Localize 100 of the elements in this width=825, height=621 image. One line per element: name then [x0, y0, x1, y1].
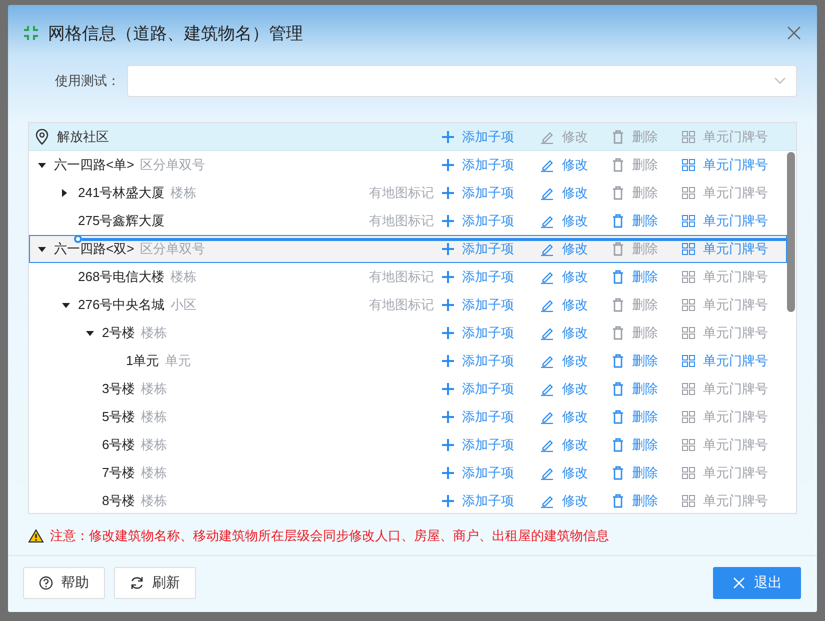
delete-link[interactable]: 删除: [632, 408, 658, 426]
node-name: 2号楼: [102, 324, 136, 342]
grid-icon: [682, 215, 695, 227]
node-type: 楼栋: [141, 436, 168, 454]
pencil-icon: [540, 438, 554, 452]
exit-button[interactable]: 退出: [713, 567, 801, 599]
close-icon: [787, 26, 801, 40]
grid-icon: [682, 130, 695, 142]
edit-link[interactable]: 修改: [562, 268, 588, 286]
add-link[interactable]: 添加子项: [462, 352, 514, 370]
scrollbar[interactable]: [787, 152, 795, 312]
add-link[interactable]: 添加子项: [462, 296, 514, 314]
pencil-icon: [540, 130, 554, 144]
node-name: 7号楼: [102, 464, 136, 482]
unit-link[interactable]: 单元门牌号: [703, 352, 768, 370]
edit-link[interactable]: 修改: [562, 464, 588, 482]
add-link[interactable]: 添加子项: [462, 268, 514, 286]
refresh-button[interactable]: 刷新: [114, 567, 196, 599]
node-name: 8号楼: [102, 492, 136, 510]
delete-link[interactable]: 删除: [632, 352, 658, 370]
location-pin-icon: [35, 128, 49, 144]
pencil-icon: [540, 214, 554, 228]
add-link[interactable]: 添加子项: [462, 240, 514, 258]
unit-link[interactable]: 单元门牌号: [703, 212, 768, 230]
grid-icon: [682, 383, 695, 395]
add-link[interactable]: 添加子项: [462, 324, 514, 342]
plus-icon: [442, 327, 454, 339]
add-link[interactable]: 添加子项: [462, 408, 514, 426]
edit-link[interactable]: 修改: [562, 184, 588, 202]
edit-link[interactable]: 修改: [562, 240, 588, 258]
plus-icon: [442, 495, 454, 507]
unit-link[interactable]: 单元门牌号: [703, 156, 768, 174]
edit-link[interactable]: 修改: [562, 296, 588, 314]
map-mark-label: 有地图标记: [369, 269, 434, 284]
delete-link[interactable]: 删除: [632, 436, 658, 454]
edit-link[interactable]: 修改: [562, 492, 588, 510]
plus-icon: [442, 271, 454, 283]
node-name: 5号楼: [102, 408, 136, 426]
pencil-icon: [540, 242, 554, 256]
pencil-icon: [540, 186, 554, 200]
node-type: 小区: [170, 296, 197, 314]
pencil-icon: [540, 494, 554, 508]
edit-link[interactable]: 修改: [562, 156, 588, 174]
add-link[interactable]: 添加子项: [462, 184, 514, 202]
trash-icon: [612, 410, 624, 424]
grid-icon: [682, 327, 695, 339]
delete-link[interactable]: 删除: [632, 492, 658, 510]
node-type: 楼栋: [141, 408, 168, 426]
node-name: 6号楼: [102, 436, 136, 454]
pencil-icon: [540, 270, 554, 284]
grid-icon: [682, 439, 695, 451]
plus-icon: [442, 243, 454, 255]
trash-icon: [612, 158, 624, 172]
grid-icon: [682, 243, 695, 255]
plus-icon: [442, 467, 454, 479]
trash-icon: [612, 382, 624, 396]
node-name: 3号楼: [102, 380, 136, 398]
add-link[interactable]: 添加子项: [462, 156, 514, 174]
grid-icon: [682, 299, 695, 311]
help-button[interactable]: 帮助: [23, 567, 105, 599]
edit-link[interactable]: 修改: [562, 212, 588, 230]
chevron-down-icon: [774, 77, 786, 85]
delete-link[interactable]: 删除: [632, 380, 658, 398]
add-link[interactable]: 添加子项: [462, 492, 514, 510]
add-link[interactable]: 添加子项: [462, 436, 514, 454]
edit-link[interactable]: 修改: [562, 408, 588, 426]
delete-link[interactable]: 删除: [632, 464, 658, 482]
pencil-icon: [540, 158, 554, 172]
select-field[interactable]: [127, 65, 797, 97]
tree-row[interactable]: 275号鑫辉大厦 有地图标记 添加子项 修改 删除 单元门牌号: [29, 207, 787, 235]
edit-link[interactable]: 修改: [562, 352, 588, 370]
plus-icon: [442, 355, 454, 367]
grid-icon: [682, 159, 695, 171]
plus-icon: [442, 411, 454, 423]
delete-link[interactable]: 删除: [632, 212, 658, 230]
node-name: 241号林盛大厦: [78, 184, 165, 202]
add-link[interactable]: 添加子项: [462, 464, 514, 482]
grid-icon: [682, 411, 695, 423]
delete-link[interactable]: 删除: [632, 268, 658, 286]
add-link[interactable]: 添加子项: [462, 380, 514, 398]
trash-icon: [612, 298, 624, 312]
node-name: 六一四路<双>: [54, 240, 134, 258]
map-mark-label: 有地图标记: [369, 185, 434, 200]
tree-row[interactable]: 1单元 单元 添加子项 修改 删除 单元门牌号: [29, 347, 787, 375]
grid-icon: [682, 271, 695, 283]
edit-link[interactable]: 修改: [562, 436, 588, 454]
refresh-icon: [130, 576, 144, 590]
add-link[interactable]: 添加子项: [462, 128, 514, 146]
pencil-icon: [540, 298, 554, 312]
edit-link[interactable]: 修改: [562, 324, 588, 342]
node-name: 六一四路<单>: [54, 156, 134, 174]
edit-link[interactable]: 修改: [562, 380, 588, 398]
plus-icon: [442, 383, 454, 395]
warning-icon: [28, 529, 44, 543]
plus-icon: [442, 159, 454, 171]
add-link[interactable]: 添加子项: [462, 212, 514, 230]
plus-icon: [442, 215, 454, 227]
unit-link[interactable]: 单元门牌号: [703, 240, 768, 258]
plus-icon: [442, 299, 454, 311]
node-type: 区分单双号: [140, 156, 206, 174]
